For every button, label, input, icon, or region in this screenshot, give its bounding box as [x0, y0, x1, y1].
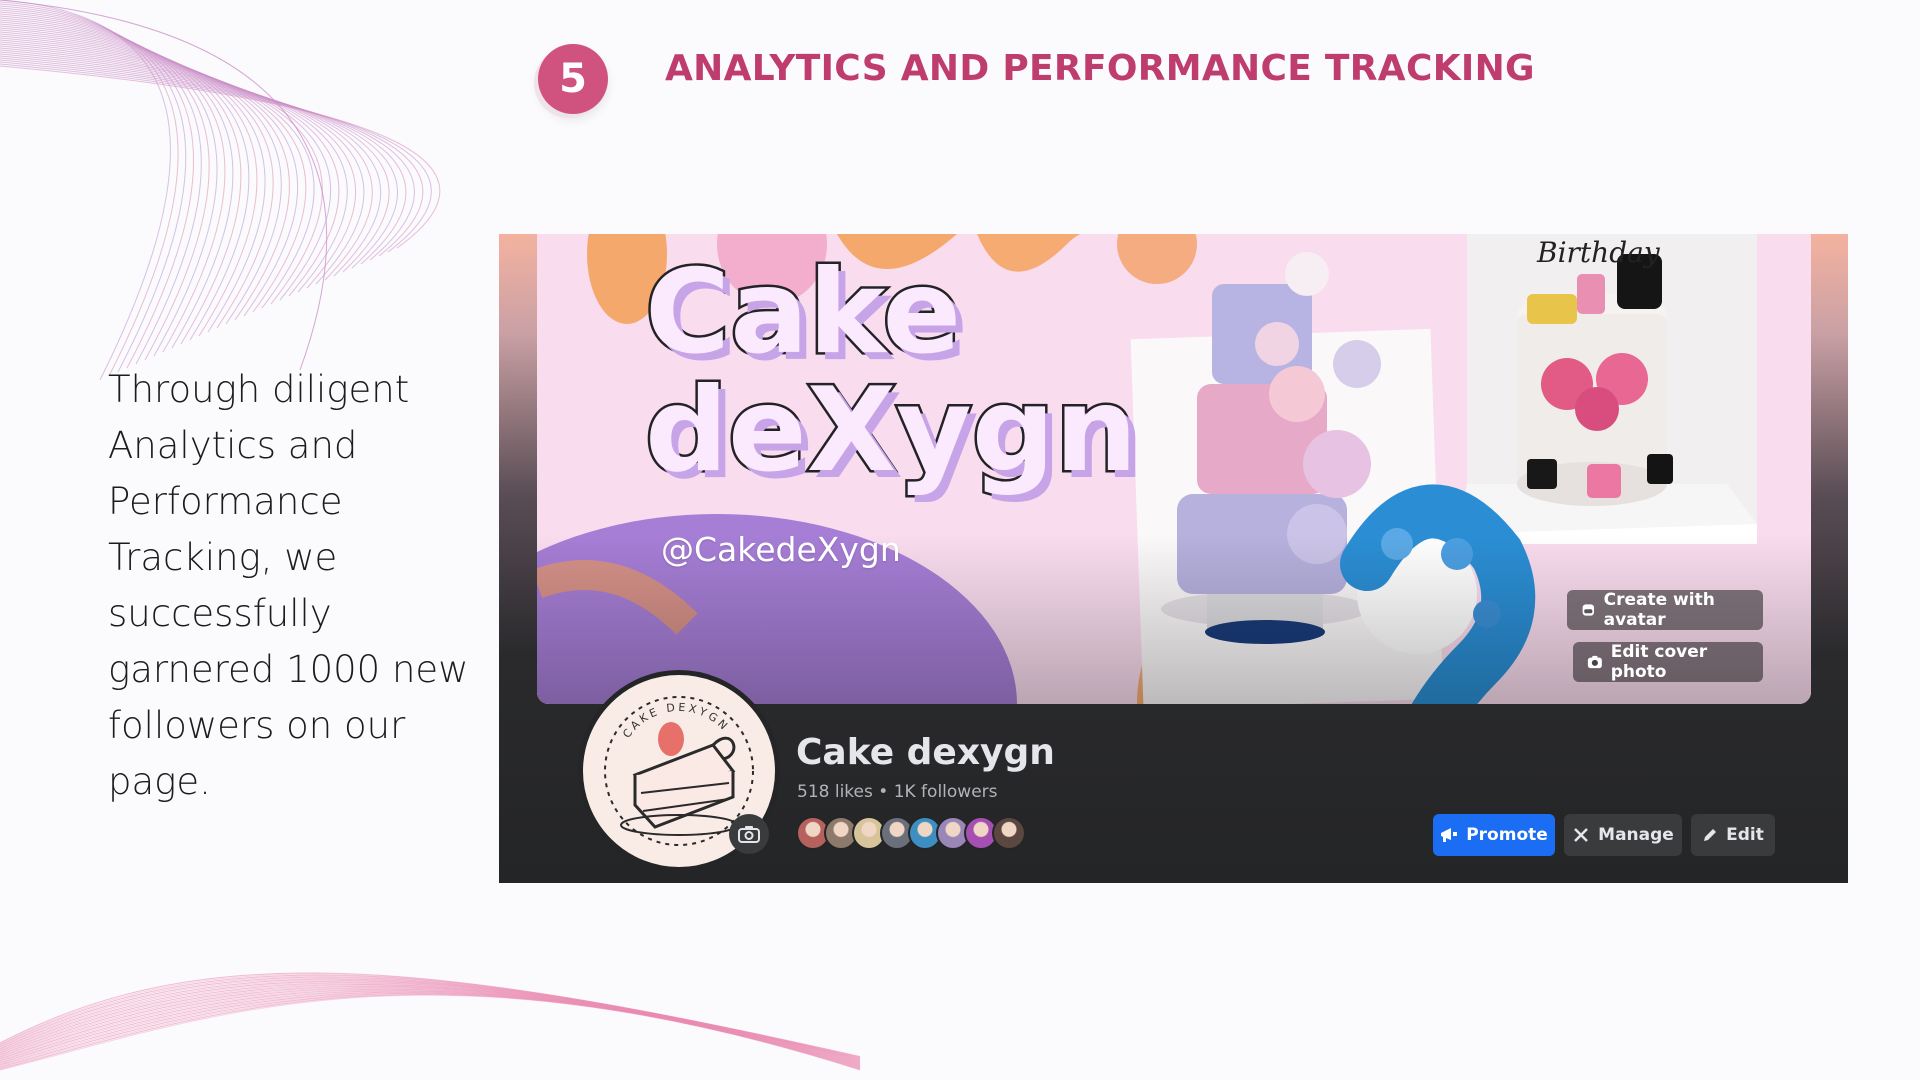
page-stats[interactable]: 518 likes • 1K followers	[797, 782, 998, 802]
tools-icon	[1574, 828, 1589, 842]
edit-label: Edit	[1726, 825, 1764, 845]
cover-brand-name: Cake deXygn	[642, 245, 1139, 498]
promote-label: Promote	[1466, 825, 1548, 845]
profile-camera-button[interactable]	[729, 814, 769, 854]
pencil-icon	[1704, 829, 1717, 841]
camera-icon	[738, 826, 760, 843]
cover-photo[interactable]: Cake deXygn @CakedeXygn Birthday Create …	[537, 234, 1811, 704]
megaphone-icon	[1441, 828, 1458, 842]
create-with-avatar-label: Create with avatar	[1603, 590, 1715, 630]
follower-avatars[interactable]	[796, 816, 1026, 850]
manage-button[interactable]: Manage	[1564, 814, 1682, 856]
step-number: 5	[559, 56, 587, 102]
facebook-page-screenshot: Cake deXygn @CakedeXygn Birthday Create …	[499, 234, 1848, 883]
decorative-arc-lines	[0, 0, 441, 380]
page-name[interactable]: Cake dexygn	[796, 732, 1055, 773]
cover-brand-line2: deXygn	[642, 363, 1139, 498]
avatar-icon	[1582, 604, 1594, 616]
cover-brand-line1: Cake	[642, 245, 963, 380]
follower-avatar[interactable]	[992, 816, 1026, 850]
cake-topper-text: Birthday	[1537, 236, 1660, 269]
description-text: Through diligent Analytics and Performan…	[108, 368, 469, 803]
cover-handle: @CakedeXygn	[661, 530, 901, 569]
edit-cover-photo-button[interactable]: Edit cover photo	[1573, 642, 1763, 682]
camera-icon	[1587, 655, 1602, 669]
edit-button[interactable]: Edit	[1691, 814, 1775, 856]
page-title: ANALYTICS AND PERFORMANCE TRACKING	[665, 48, 1535, 89]
manage-label: Manage	[1598, 825, 1674, 845]
edit-cover-photo-label: Edit cover photo	[1610, 642, 1708, 682]
promote-button[interactable]: Promote	[1433, 814, 1555, 856]
create-with-avatar-button[interactable]: Create with avatar	[1567, 590, 1763, 630]
step-number-badge: 5	[538, 44, 608, 114]
decorative-wave-lines	[0, 972, 861, 1071]
